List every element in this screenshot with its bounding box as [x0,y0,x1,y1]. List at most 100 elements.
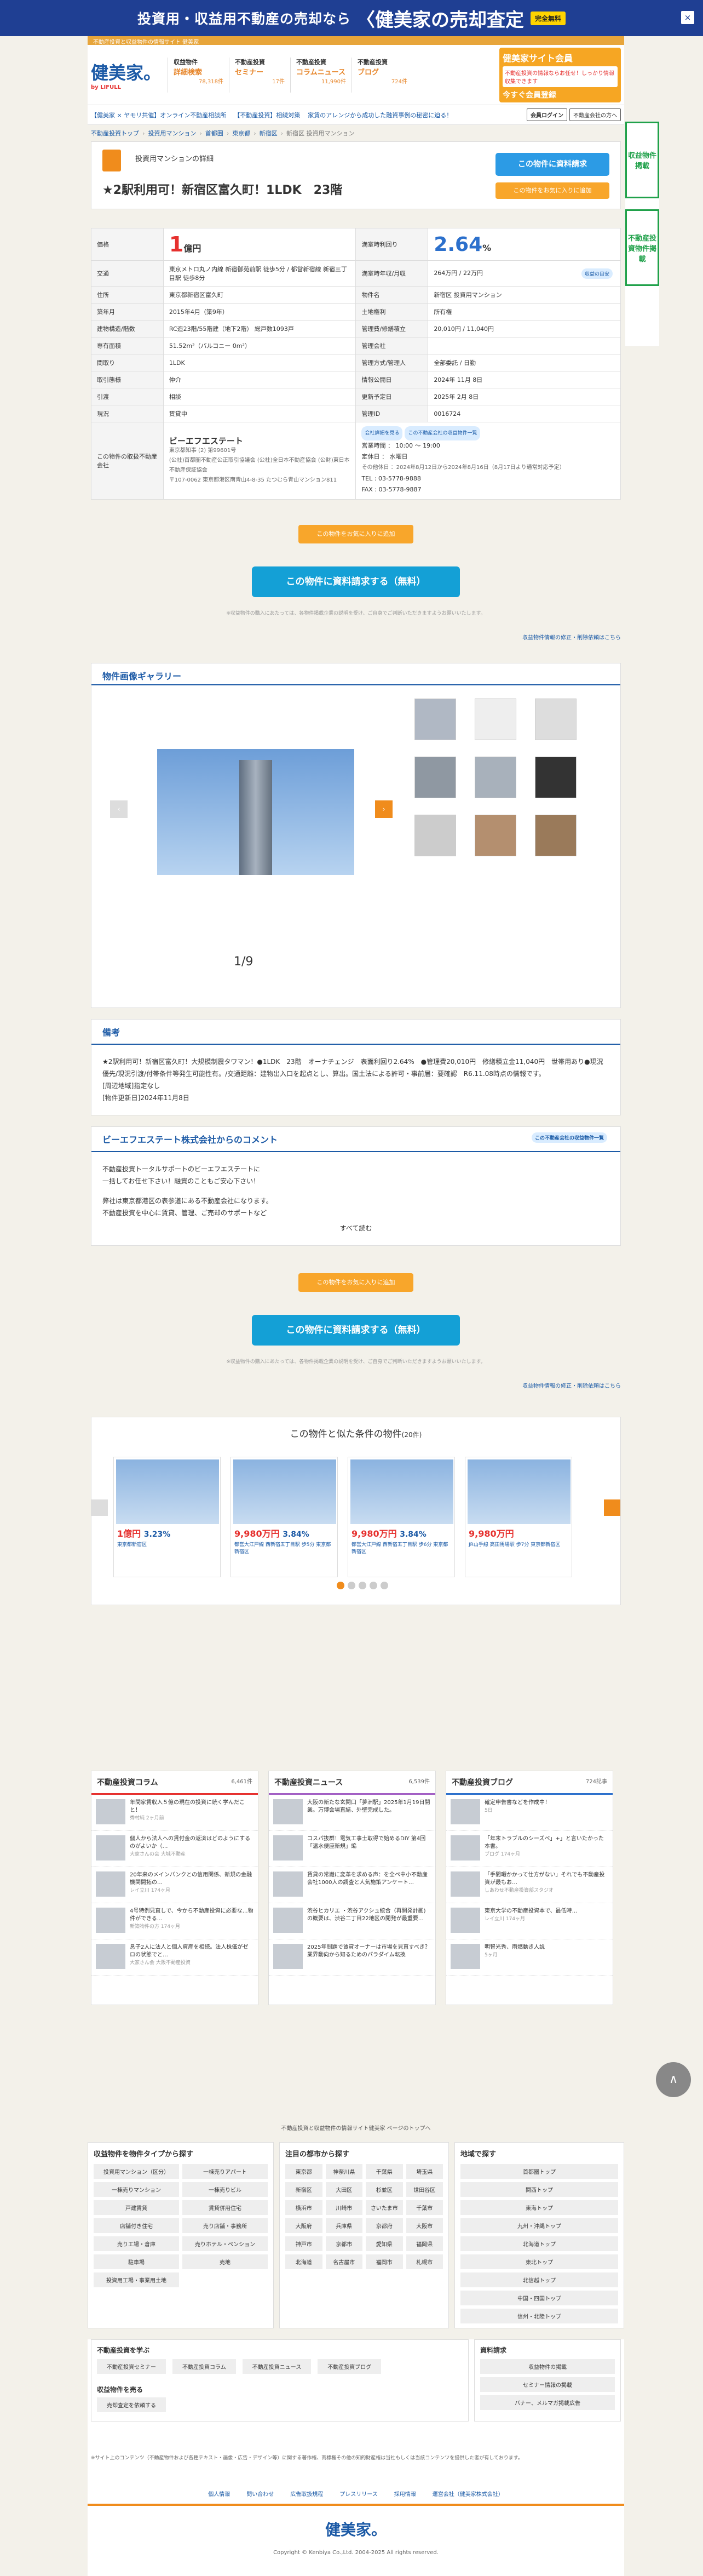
carousel-dot[interactable] [348,1582,355,1589]
footer-link[interactable]: 兵庫県 [325,2218,362,2233]
footer-link[interactable]: 千葉市 [406,2200,443,2215]
list-item[interactable]: 大阪の新たな玄関口「夢洲駅」2025年1月19日開業。万博会場直結、外壁完成した… [269,1795,435,1831]
breadcrumb-item[interactable]: 東京都 [232,129,250,138]
footer-bottom-link[interactable]: 広告取扱規程 [290,2489,323,2498]
add-favorite-button[interactable]: この物件をお気に入りに追加 [495,182,609,199]
close-icon[interactable]: × [681,11,694,24]
footer-bottom-link[interactable]: 採用情報 [394,2489,416,2498]
gallery-thumbnail[interactable] [414,815,456,856]
footer-link[interactable]: 京都市 [325,2236,362,2251]
footer-link[interactable]: 世田谷区 [406,2182,443,2197]
footer-link[interactable]: 神戸市 [285,2236,322,2251]
company-listings-link[interactable]: この不動産会社の収益物件一覧 [405,426,481,440]
footer-link[interactable]: 埼玉県 [406,2164,443,2179]
gallery-thumbnail[interactable] [535,815,577,856]
list-item[interactable]: 「手間暇かかって仕方がない」それでも不動産投資が最もお… しあわせ不動産投資部スタ… [446,1867,613,1903]
add-favorite-button[interactable]: この物件をお気に入りに追加 [298,1273,413,1292]
member-box[interactable]: 健美家サイト会員 不動産投資の情報ならお任せ！しっかり情報収集できます 今すぐ会… [499,47,621,102]
footer-link[interactable]: 不動産投資ブログ [318,2359,382,2374]
site-logo[interactable]: 健美家。 by LIFULL [91,59,168,90]
breadcrumb-item[interactable]: 首都圏 [205,129,223,138]
footer-link[interactable]: セミナー情報の掲載 [480,2377,615,2392]
footer-link[interactable]: 大阪市 [406,2218,443,2233]
footer-link[interactable]: 売りホテル・ペンション [182,2236,268,2251]
header-stat-column[interactable]: 不動産投資 コラムニュース 11,990件 [290,57,352,93]
footer-link[interactable]: 売り工場・倉庫 [94,2236,179,2251]
list-item[interactable]: 個人から法人への賃付金の返済はどのようにするのがよいか（… 大家さんの会 大城不動… [91,1831,258,1867]
footer-link[interactable]: 投資用マンション（区分） [94,2164,179,2179]
nav-link[interactable]: 【不動産投資】相続対策 [234,111,300,119]
top-banner[interactable]: 投資用・収益用不動産の売却なら 〈健美家の売却査定 完全無料 × [0,0,703,36]
request-info-large-button[interactable]: この物件に資料請求する（無料） [252,1315,460,1346]
footer-link[interactable]: 名古屋市 [325,2254,362,2269]
footer-link[interactable]: 九州・沖縄トップ [460,2218,618,2233]
header-stat-seminar[interactable]: 不動産投資 セミナー 17件 [229,57,290,93]
footer-link[interactable]: 戸建賃貸 [94,2200,179,2215]
footer-logo[interactable]: 健美家。 [88,2518,624,2540]
company-name[interactable]: ビーエフエステート [169,436,350,446]
gallery-thumbnail[interactable] [475,815,516,856]
footer-link[interactable]: 東海トップ [460,2200,618,2215]
footer-link[interactable]: 駐車場 [94,2254,179,2269]
list-item[interactable]: 明智光秀、雨燃動き人説 5ヶ月 [446,1939,613,1976]
breadcrumb-item[interactable]: 投資用マンション [148,129,196,138]
list-item[interactable]: 賃貸の常識に変革を求める声：を全ペ中小不動産会社1000人の調査と人気施策アンケ… [269,1867,435,1903]
breadcrumb-item[interactable]: 新宿区 [260,129,278,138]
request-info-large-button[interactable]: この物件に資料請求する（無料） [252,566,460,597]
gallery-main-image[interactable] [157,749,354,875]
footer-link[interactable]: 売地 [182,2254,268,2269]
company-listings-link[interactable]: この不動産会社の収益物件一覧 [531,1132,607,1143]
footer-bottom-link[interactable]: 個人情報 [208,2489,230,2498]
side-ads[interactable]: 収益物件掲載 不動産投資物件掲載 [625,122,659,346]
nav-link[interactable]: 家賃のアレンジから成功した融資事例の秘密に迫る！ [308,111,452,119]
list-item[interactable]: 4号特例見直しで、今から不動産投資に必要な…物件ができる… 新築物件の方 174ヶ… [91,1903,258,1939]
list-item[interactable]: 年間家賃収入５億の現在の投資に続く学んだこと！ 秀村純 2ヶ月前 [91,1795,258,1831]
footer-bottom-link[interactable]: 問い合わせ [246,2489,274,2498]
footer-link[interactable]: 大阪府 [285,2218,322,2233]
gallery-next-button[interactable]: › [375,800,393,818]
footer-link[interactable]: さいたま市 [366,2200,403,2215]
list-item[interactable]: 「年末トラブルのシーズべ」+」と言いたかった本書。 ブログ 174ヶ月 [446,1831,613,1867]
list-title[interactable]: 不動産投資ブログ [452,1778,513,1787]
back-to-top-button[interactable]: ∧ [656,2062,691,2097]
footer-link[interactable]: 愛知県 [366,2236,403,2251]
footer-link[interactable]: 北海道 [285,2254,322,2269]
carousel-dot[interactable] [359,1582,366,1589]
footer-link[interactable]: 売り店舗・事務所 [182,2218,268,2233]
footer-bottom-link[interactable]: 運営会社（健美家株式会社） [433,2489,504,2498]
header-stat-properties[interactable]: 収益物件 詳細検索 78,318件 [168,57,229,93]
footer-link[interactable]: 北信越トップ [460,2272,618,2287]
list-item[interactable]: 息子2人に法人と個人資産を相続。法人株価がゼロの状態でと… 大家さん会 大阪不動産… [91,1939,258,1976]
add-favorite-button[interactable]: この物件をお気に入りに追加 [298,525,413,543]
footer-link[interactable]: 大田区 [325,2182,362,2197]
footer-link[interactable]: バナー、メルマガ掲載広告 [480,2395,615,2410]
similar-card[interactable]: 9,980万円 3.84% 都営大江戸線 西新宿五丁目駅 歩5分 東京都新宿区 [231,1457,338,1577]
company-detail-link[interactable]: 会社詳細を見る [361,426,403,440]
footer-link[interactable]: 福岡県 [406,2236,443,2251]
footer-link[interactable]: 賃貸併用住宅 [182,2200,268,2215]
gallery-thumbnail[interactable] [414,757,456,798]
list-item[interactable]: 東京大学の不動産投資本で、最低時… レイ立川 174ヶ月 [446,1903,613,1939]
footer-link[interactable]: 神奈川県 [325,2164,362,2179]
carousel-dot[interactable] [381,1582,388,1589]
read-more-button[interactable]: すべて読む [340,1224,372,1232]
footer-link[interactable]: 不動産投資セミナー [97,2359,166,2374]
login-button[interactable]: 会員ログイン [527,108,567,121]
footer-link[interactable]: 一棟売りマンション [94,2182,179,2197]
footer-link[interactable]: 不動産投資ニュース [242,2359,312,2374]
footer-link[interactable]: 収益物件の掲載 [480,2359,615,2374]
footer-bottom-link[interactable]: プレスリリース [339,2489,378,2498]
report-link[interactable]: 収益物件情報の修正・削除依頼はこちら [522,1383,621,1389]
footer-link[interactable]: 新宿区 [285,2182,322,2197]
list-item[interactable]: 2025年問題で賃貸オーナーは市場を見直すべき？業界動向から知るためのパラダイム… [269,1939,435,1976]
footer-link[interactable]: 東北トップ [460,2254,618,2269]
gallery-prev-button[interactable]: ‹ [110,800,128,818]
footer-link[interactable]: 売却査定を依頼する [97,2397,166,2412]
footer-link[interactable]: 札幌市 [406,2254,443,2269]
footer-link[interactable]: 一棟売りビル [182,2182,268,2197]
footer-link[interactable]: 東京都 [285,2164,322,2179]
agent-button[interactable]: 不動産会社の方へ [569,108,621,121]
report-link[interactable]: 収益物件情報の修正・削除依頼はこちら [522,635,621,641]
footer-link[interactable]: 千葉県 [366,2164,403,2179]
list-title[interactable]: 不動産投資ニュース [274,1778,343,1787]
